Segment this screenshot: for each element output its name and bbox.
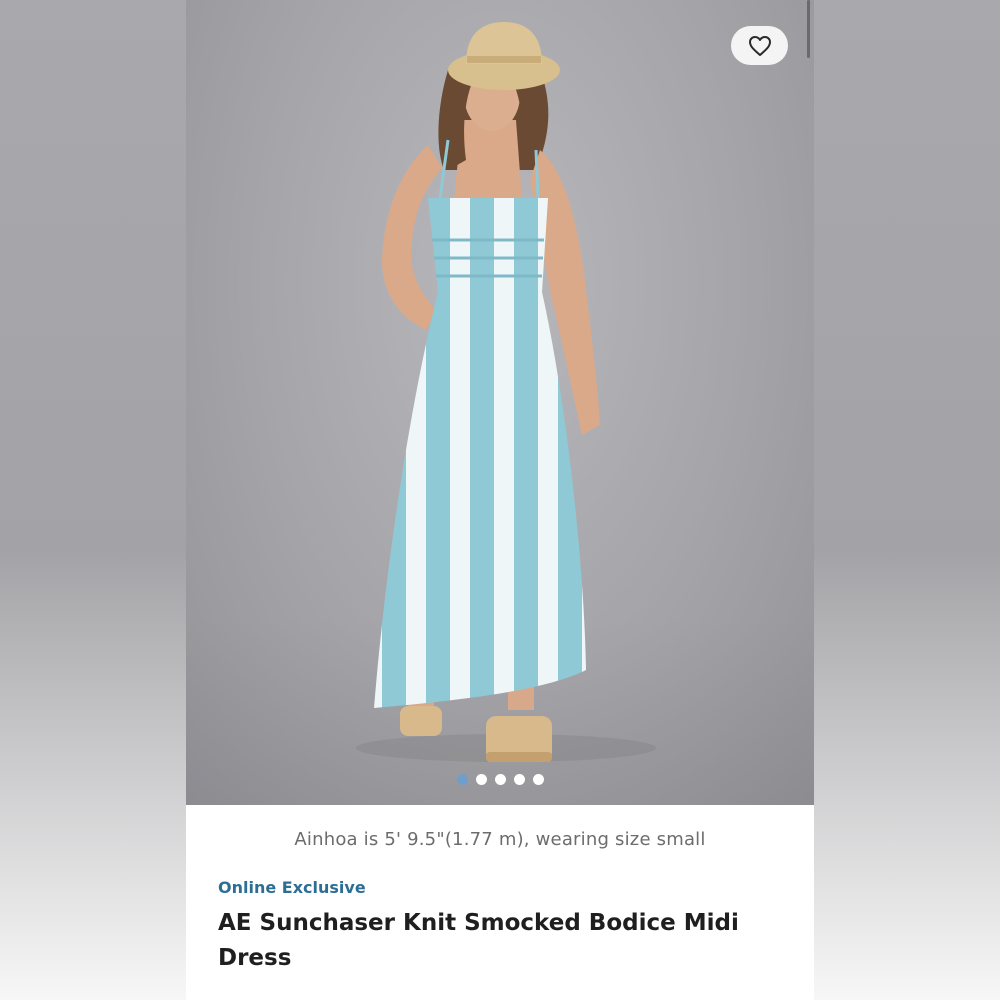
model-photo [356, 22, 656, 762]
scroll-indicator[interactable] [807, 0, 810, 58]
product-screen: Ainhoa is 5' 9.5"(1.77 m), wearing size … [186, 0, 814, 1000]
model-size-caption: Ainhoa is 5' 9.5"(1.77 m), wearing size … [294, 829, 706, 850]
product-image[interactable] [186, 0, 814, 805]
product-title: AE Sunchaser Knit Smocked Bodice Midi Dr… [218, 910, 739, 971]
gallery-dot-3[interactable] [494, 774, 506, 785]
favorite-button[interactable] [731, 26, 788, 65]
heart-outline-icon [748, 35, 771, 56]
gallery-dot-5[interactable] [532, 774, 544, 785]
gallery-pagination [186, 774, 814, 785]
gallery-dot-4[interactable] [513, 774, 525, 785]
gallery-dot-2[interactable] [475, 774, 487, 785]
online-exclusive-badge: Online Exclusive [218, 878, 366, 897]
gallery-dot-1[interactable] [456, 774, 468, 785]
